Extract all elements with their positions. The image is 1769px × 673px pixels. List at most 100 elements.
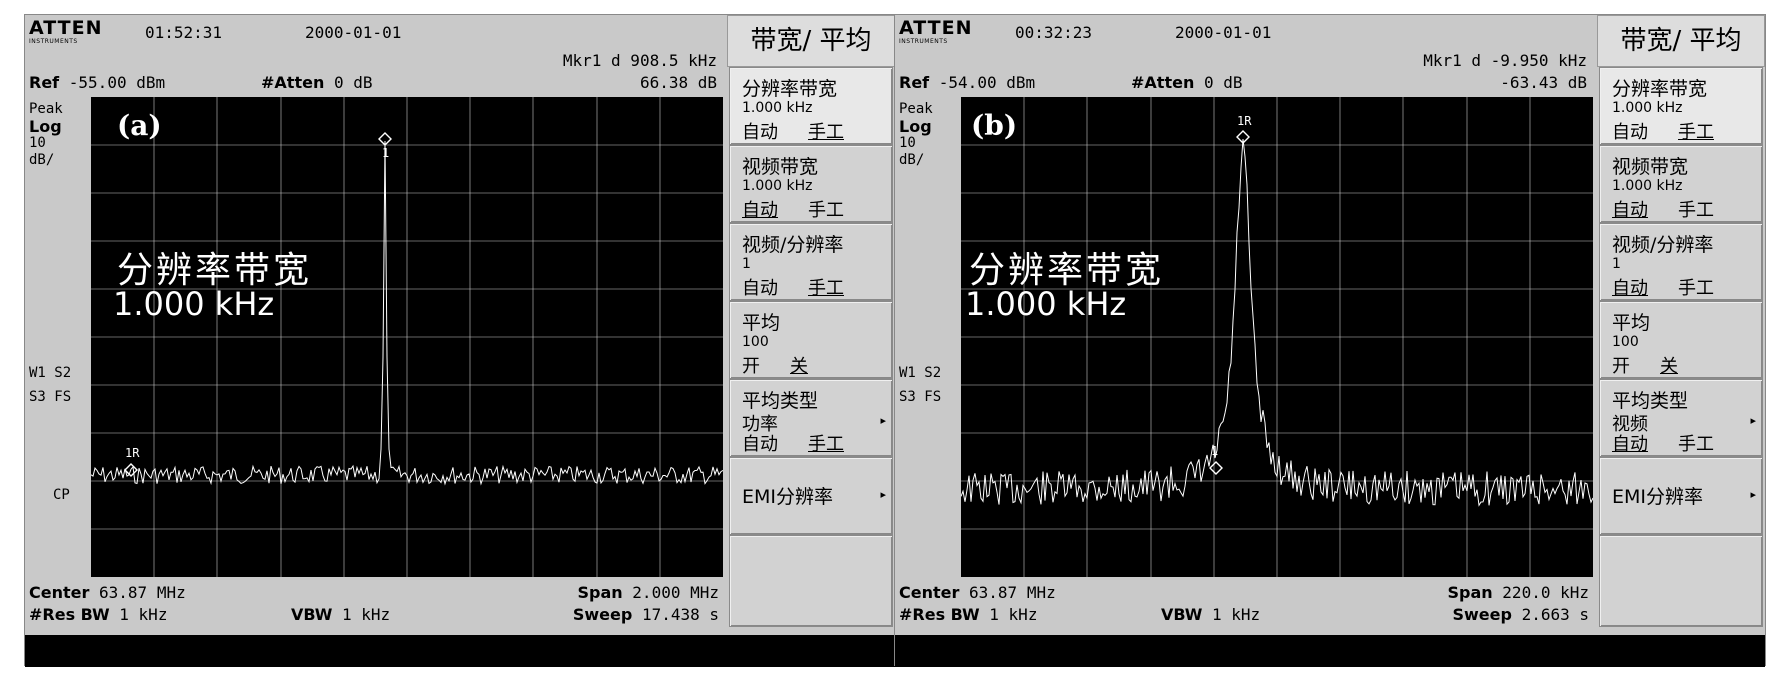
clock-time: 00:32:23	[1015, 23, 1093, 42]
scale-type-label: Log	[29, 117, 62, 136]
resbw-label: #Res BW	[899, 605, 980, 624]
info-row-1: Mkr1 d -9.950 kHz	[895, 49, 1593, 71]
softkey-vbw-rbw-ratio[interactable]: 视频/分辨率 1 自动 手工	[729, 223, 893, 301]
opt-manual: 手工	[808, 278, 844, 299]
opt-on: 开	[1612, 356, 1630, 377]
footer-row-1: Center 63.87 MHz Span 2.000 MHz	[29, 583, 723, 605]
marker-readout-freq: Mkr1 d -9.950 kHz	[1423, 51, 1587, 70]
softkey-title: 视频/分辨率	[1612, 234, 1714, 256]
trace-state-1: W1 S2	[29, 365, 72, 381]
center-label: Center	[29, 583, 90, 602]
span-value: 220.0 kHz	[1502, 583, 1589, 602]
softkey-title: 视频/分辨率	[742, 234, 844, 256]
opt-auto: 自动	[742, 434, 778, 455]
softkey-value: 1	[742, 256, 751, 272]
scale-value: 10	[29, 135, 46, 151]
softkey-res-bw[interactable]: 分辨率带宽 1.000 kHz 自动 手工	[729, 67, 893, 145]
center-label: Center	[899, 583, 960, 602]
marker-1-label: 1	[382, 146, 389, 160]
scale-type-label: Log	[899, 117, 932, 136]
clock-date: 2000-01-01	[1175, 23, 1272, 42]
atten-label: #Atten	[1131, 73, 1195, 92]
vbw-value: 1 kHz	[1212, 605, 1261, 624]
resbw-value: 1 kHz	[989, 605, 1038, 624]
ref-label: Ref	[29, 73, 60, 92]
sweep-value: 17.438 s	[641, 605, 719, 624]
softkey-title: 平均类型	[742, 390, 819, 412]
opt-auto: 自动	[1612, 122, 1648, 143]
spectrum-display: 1 1R (a) 分辨率带宽 1.000 kHz	[91, 97, 723, 577]
softkey-title: 平均	[1612, 312, 1651, 334]
submenu-arrow-icon: ▸	[880, 414, 886, 427]
center-value: 63.87 MHz	[969, 583, 1056, 602]
softkey-value: 100	[1612, 334, 1639, 350]
softkey-emi-res[interactable]: EMI分辨率 ▸	[729, 457, 893, 535]
menu-title: 带宽/ 平均	[727, 15, 895, 67]
softkey-value: 1.000 kHz	[1612, 100, 1683, 116]
softkey-title: 平均	[742, 312, 781, 334]
status-bar	[895, 633, 1765, 667]
softkey-average-type[interactable]: 平均类型 功率 自动 手工 ▸	[729, 379, 893, 457]
atten-logo: ATTEN INSTRUMENTS	[899, 17, 973, 46]
softkey-average[interactable]: 平均 100 开 关	[729, 301, 893, 379]
footer-row-2: #Res BW 1 kHz VBW 1 kHz Sweep 17.438 s	[29, 605, 723, 627]
scale-unit: dB/	[899, 152, 925, 168]
sweep-label: Sweep	[572, 605, 633, 624]
spectrum-svg: 1R 1	[961, 97, 1593, 577]
softkey-title: EMI分辨率	[742, 486, 834, 508]
softkey-video-bw[interactable]: 视频带宽 1.000 kHz 自动 手工	[1599, 145, 1763, 223]
softkey-title: 分辨率带宽	[1612, 78, 1708, 100]
submenu-arrow-icon: ▸	[1750, 488, 1756, 501]
marker-1r-label: 1R	[1237, 114, 1252, 128]
trace-state-2: S3 FS	[899, 389, 942, 405]
header-bar: ATTEN INSTRUMENTS 00:32:23 2000-01-01	[895, 15, 1593, 49]
spectrum-display: 1R 1 (b) 分辨率带宽 1.000 kHz	[961, 97, 1593, 577]
left-annotations: Peak Log 10 dB/ W1 S2 S3 FS CP	[29, 101, 89, 503]
opt-auto: 自动	[1612, 434, 1648, 455]
softkey-title: 分辨率带宽	[742, 78, 838, 100]
detector-label: Peak	[29, 101, 63, 117]
ref-value: -55.00 dBm	[68, 73, 166, 92]
softkey-value: 1.000 kHz	[742, 178, 813, 194]
scale-unit: dB/	[29, 152, 55, 168]
opt-manual: 手工	[1678, 278, 1714, 299]
info-row-2: Ref -54.00 dBm #Atten 0 dB -63.43 dB	[895, 71, 1593, 93]
softkey-vbw-rbw-ratio[interactable]: 视频/分辨率 1 自动 手工	[1599, 223, 1763, 301]
marker-1r-label: 1R	[125, 446, 140, 460]
atten-value: 0 dB	[1203, 73, 1243, 92]
analyzer-panel-a: ATTEN INSTRUMENTS 01:52:31 2000-01-01 Mk…	[24, 14, 896, 667]
vbw-label: VBW	[291, 605, 333, 624]
vbw-label: VBW	[1161, 605, 1203, 624]
opt-auto: 自动	[1612, 200, 1648, 221]
atten-logo: ATTEN INSTRUMENTS	[29, 19, 101, 46]
scale-value: 10	[899, 135, 916, 151]
status-bar	[25, 633, 895, 667]
softkey-blank[interactable]	[729, 535, 893, 627]
softkey-menu: 带宽/ 平均 分辨率带宽 1.000 kHz 自动 手工 视频带宽 1.000 k…	[1597, 15, 1765, 631]
marker-readout-freq: Mkr1 d 908.5 kHz	[562, 51, 717, 70]
softkey-average[interactable]: 平均 100 开 关	[1599, 301, 1763, 379]
marker-readout-amp: -63.43 dB	[1500, 73, 1587, 92]
header-bar: ATTEN INSTRUMENTS 01:52:31 2000-01-01	[25, 15, 723, 49]
softkey-value: 1	[1612, 256, 1621, 272]
center-value: 63.87 MHz	[99, 583, 186, 602]
softkey-emi-res[interactable]: EMI分辨率 ▸	[1599, 457, 1763, 535]
opt-auto: 自动	[742, 278, 778, 299]
softkey-title: 视频带宽	[742, 156, 819, 178]
softkey-menu: 带宽/ 平均 分辨率带宽 1.000 kHz 自动 手工 视频带宽 1.000 k…	[727, 15, 895, 631]
softkey-average-type[interactable]: 平均类型 视频 自动 手工 ▸	[1599, 379, 1763, 457]
softkey-res-bw[interactable]: 分辨率带宽 1.000 kHz 自动 手工	[1599, 67, 1763, 145]
detector-label: Peak	[899, 101, 933, 117]
overlay-value: 1.000 kHz	[965, 285, 1127, 323]
softkey-blank[interactable]	[1599, 535, 1763, 627]
info-row-1: Mkr1 d 908.5 kHz	[25, 49, 723, 71]
trace-state-2: S3 FS	[29, 389, 72, 405]
softkey-title: EMI分辨率	[1612, 486, 1704, 508]
logo-sub: INSTRUMENTS	[29, 38, 78, 45]
analyzer-panel-b: ATTEN INSTRUMENTS 00:32:23 2000-01-01 Mk…	[894, 14, 1766, 667]
opt-manual: 手工	[808, 434, 844, 455]
span-value: 2.000 MHz	[632, 583, 719, 602]
softkey-video-bw[interactable]: 视频带宽 1.000 kHz 自动 手工	[729, 145, 893, 223]
logo-brand: ATTEN	[899, 17, 973, 39]
ref-marker-diamond-icon	[1209, 461, 1223, 475]
